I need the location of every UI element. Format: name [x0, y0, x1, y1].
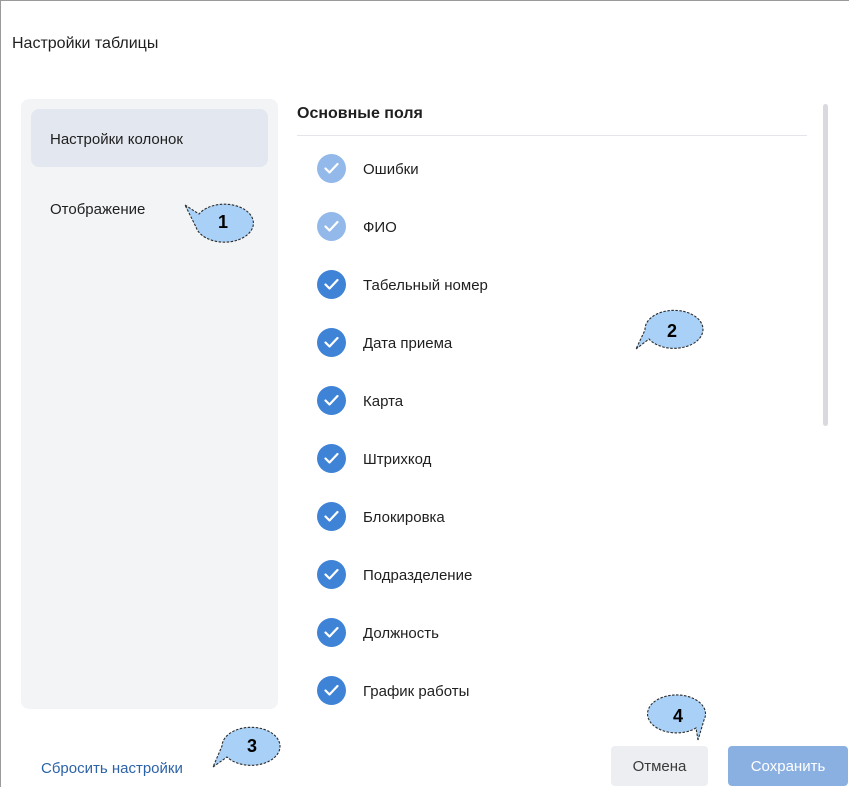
checkbox-checked-icon[interactable] [317, 328, 346, 357]
checkbox-checked-icon[interactable] [317, 270, 346, 299]
table-settings-dialog: Настройки таблицы Настройки колонок Отоб… [0, 0, 849, 787]
field-label: ФИО [363, 219, 397, 236]
field-row-position[interactable]: Должность [317, 618, 617, 648]
checkbox-checked-icon[interactable] [317, 212, 346, 241]
callout-marker-2: 2 [635, 309, 704, 350]
field-label: Подразделение [363, 567, 473, 584]
checkbox-checked-icon[interactable] [317, 618, 346, 647]
callout-number: 4 [673, 706, 683, 726]
field-row-blocking[interactable]: Блокировка [317, 502, 617, 532]
field-row-work-schedule[interactable]: График работы [317, 676, 617, 706]
checkbox-checked-icon[interactable] [317, 154, 346, 183]
field-label: График работы [363, 683, 470, 700]
sidebar-item-label: Отображение [50, 201, 146, 218]
sidebar-item-label: Настройки колонок [50, 131, 183, 148]
field-label: Должность [363, 625, 439, 642]
field-row-errors[interactable]: Ошибки [317, 154, 617, 184]
callout-number: 1 [218, 212, 228, 232]
field-label: Ошибки [363, 161, 419, 178]
field-label: Табельный номер [363, 277, 488, 294]
field-row-department[interactable]: Подразделение [317, 560, 617, 590]
section-title: Основные поля [297, 105, 423, 122]
callout-marker-3: 3 [211, 726, 281, 769]
checkbox-checked-icon[interactable] [317, 444, 346, 473]
settings-sidebar: Настройки колонок Отображение [21, 99, 278, 709]
scrollbar-thumb[interactable] [823, 104, 828, 426]
field-row-card[interactable]: Карта [317, 386, 617, 416]
checkbox-checked-icon[interactable] [317, 560, 346, 589]
field-label: Дата приема [363, 335, 453, 352]
reset-settings-link[interactable]: Сбросить настройки [41, 760, 183, 777]
sidebar-item-column-settings[interactable]: Настройки колонок [31, 109, 268, 167]
checkbox-checked-icon[interactable] [317, 386, 346, 415]
field-label: Карта [363, 393, 404, 410]
field-row-hire-date[interactable]: Дата приема [317, 328, 617, 358]
field-label: Блокировка [363, 509, 445, 526]
field-row-full-name[interactable]: ФИО [317, 212, 617, 242]
callout-marker-1: 1 [183, 203, 254, 243]
callout-number: 3 [247, 736, 257, 756]
checkbox-checked-icon[interactable] [317, 676, 346, 705]
save-button[interactable]: Сохранить [728, 746, 848, 786]
cancel-button[interactable]: Отмена [611, 746, 708, 786]
field-row-personnel-number[interactable]: Табельный номер [317, 270, 617, 300]
field-row-barcode[interactable]: Штрихкод [317, 444, 617, 474]
callout-number: 2 [667, 321, 677, 341]
callout-marker-4: 4 [646, 694, 707, 741]
field-label: Штрихкод [363, 451, 432, 468]
dialog-title: Настройки таблицы [12, 35, 159, 52]
section-divider [297, 135, 807, 136]
checkbox-checked-icon[interactable] [317, 502, 346, 531]
